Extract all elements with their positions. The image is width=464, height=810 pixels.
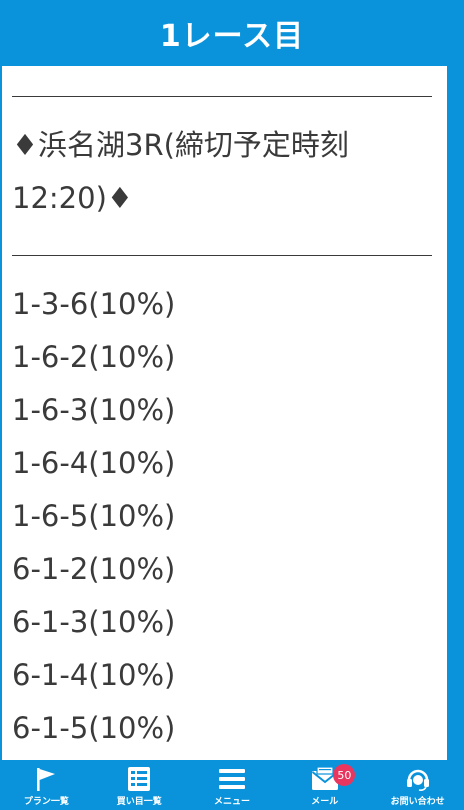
bet-item: 1-6-4(10%) xyxy=(12,446,176,480)
main-content: ♦浜名湖3R(締切予定時刻 12:20)♦ 1-3-6(10%) 1-6-2(1… xyxy=(2,66,447,760)
bet-item: 6-1-4(10%) xyxy=(12,658,176,692)
nav-item-bet-list[interactable]: 買い目一覧 xyxy=(93,760,186,810)
nav-label: 買い目一覧 xyxy=(116,797,162,807)
headset-icon xyxy=(403,765,433,793)
nav-label: お問い合わせ xyxy=(390,797,445,807)
divider xyxy=(12,66,442,119)
nav-label: メニュー xyxy=(213,797,250,807)
menu-icon xyxy=(217,765,247,793)
nav-item-mail[interactable]: 50 メール xyxy=(278,760,371,810)
flag-icon xyxy=(31,765,61,793)
nav-item-plan-list[interactable]: プラン一覧 xyxy=(0,760,93,810)
race-title-line-1: ♦浜名湖3R(締切予定時刻 xyxy=(12,128,349,162)
bet-item: 1-3-6(10%) xyxy=(12,287,176,321)
bet-item: 1-6-2(10%) xyxy=(12,340,176,374)
nav-label: メール xyxy=(311,797,339,807)
nav-label: プラン一覧 xyxy=(23,797,69,807)
page-header: 1レース目 xyxy=(0,0,464,66)
list-icon xyxy=(124,765,154,793)
divider xyxy=(12,225,442,278)
bet-item: 6-1-3(10%) xyxy=(12,605,176,639)
bet-item: 1-6-5(10%) xyxy=(12,499,176,533)
bottom-nav: プラン一覧 買い目一覧 メニュー 50 メール お問い合わせ xyxy=(0,760,464,810)
nav-item-contact[interactable]: お問い合わせ xyxy=(371,760,464,810)
bet-item: 6-1-5(10%) xyxy=(12,711,176,745)
content-scrollbar[interactable] xyxy=(447,66,464,760)
page-title: 1レース目 xyxy=(159,19,305,54)
nav-item-menu[interactable]: メニュー xyxy=(186,760,279,810)
bet-item: 6-1-2(10%) xyxy=(12,552,176,586)
bet-item: 1-6-3(10%) xyxy=(12,393,176,427)
race-info-block: ♦浜名湖3R(締切予定時刻 12:20)♦ 1-3-6(10%) 1-6-2(1… xyxy=(12,66,442,755)
mail-count-badge: 50 xyxy=(333,764,356,786)
race-title-line-2: 12:20)♦ xyxy=(12,181,133,215)
